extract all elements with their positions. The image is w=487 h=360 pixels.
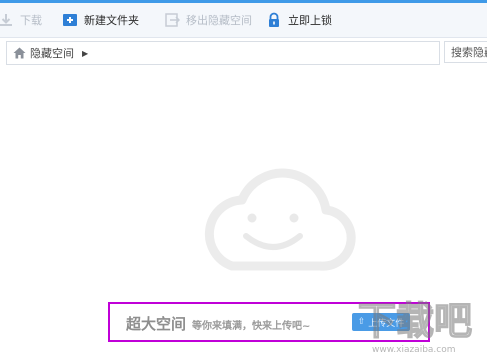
lock-now-button[interactable]: 立即上锁: [266, 3, 332, 37]
download-button[interactable]: 下载: [0, 3, 42, 37]
move-out-label: 移出隐藏空间: [186, 14, 252, 27]
new-folder-label: 新建文件夹: [84, 14, 139, 27]
move-out-button[interactable]: 移出隐藏空间: [164, 3, 252, 37]
breadcrumb-arrow-icon[interactable]: ▶: [82, 49, 88, 58]
empty-cloud-icon: [196, 168, 356, 276]
search-placeholder: 搜索隐藏: [451, 46, 487, 59]
new-folder-icon: [62, 12, 78, 28]
breadcrumb[interactable]: 隐藏空间 ▶: [6, 41, 440, 65]
lock-now-label: 立即上锁: [288, 14, 332, 27]
home-icon[interactable]: [13, 47, 26, 59]
promo-subline: 等你来填满，快来上传吧~: [192, 321, 311, 332]
search-input[interactable]: 搜索隐藏: [444, 41, 487, 63]
download-icon: [0, 12, 14, 28]
breadcrumb-current[interactable]: 隐藏空间: [30, 45, 74, 61]
watermark-url: www.xiazaiba.com: [372, 345, 456, 355]
lock-icon: [266, 12, 282, 28]
new-folder-button[interactable]: 新建文件夹: [62, 3, 139, 37]
download-label: 下载: [20, 14, 42, 27]
watermark-text: 下载吧: [358, 299, 472, 343]
move-out-icon: [164, 12, 181, 28]
promo-headline: 超大空间: [126, 315, 187, 333]
watermark-logo: 下载吧 www.xiazaiba.com: [354, 294, 484, 356]
toolbar: 下载 新建文件夹 移出隐藏空间 立即上锁: [0, 3, 487, 38]
